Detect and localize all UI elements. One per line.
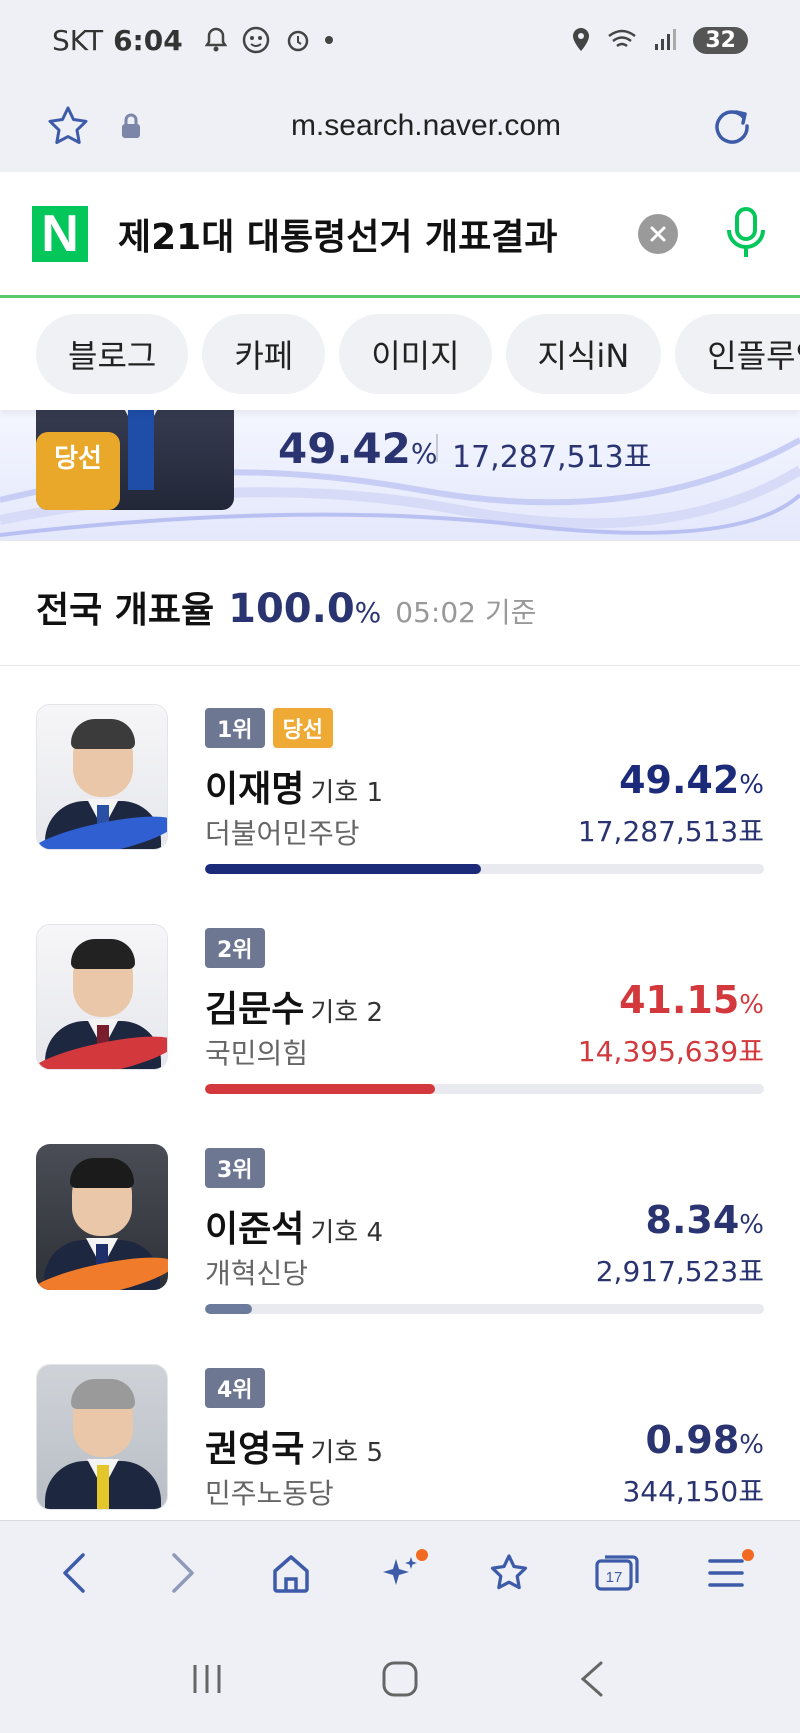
candidate-votes: 14,395,639표 [577, 1035, 764, 1068]
candidate-party: 더불어민주당 [205, 817, 360, 850]
close-icon [650, 226, 666, 241]
candidate-votes: 344,150표 [622, 1475, 764, 1508]
candidate-percentage: 0.98% [645, 1418, 764, 1462]
back-system-icon[interactable] [573, 1659, 613, 1699]
carrier-label: SKT [52, 23, 104, 57]
rank-badge: 2위 [205, 928, 265, 968]
candidate-percentage: 41.15% [619, 978, 764, 1022]
lock-icon [122, 113, 140, 138]
count-rate-row: 전국 개표율 100.0 % 05:02 기준 [0, 540, 800, 666]
divider [436, 434, 438, 462]
vote-share-bar [205, 1304, 764, 1314]
signal-icon [655, 29, 677, 50]
candidate-name: 이준석 기호 4 [205, 1209, 384, 1250]
wifi-icon [608, 29, 637, 48]
bookmarks-button[interactable] [479, 1543, 539, 1603]
winner-percentage: 49.42% [278, 424, 438, 473]
location-icon [573, 28, 590, 51]
count-rate-unit: % [354, 596, 382, 629]
vote-share-bar [205, 864, 764, 874]
browser-url-bar: m.search.naver.com [0, 80, 800, 172]
face-icon [242, 26, 269, 54]
elected-badge: 당선 [272, 708, 334, 748]
star-icon[interactable] [46, 104, 90, 148]
back-icon [63, 1553, 86, 1593]
forward-icon [172, 1553, 194, 1593]
rank-badge: 3위 [205, 1148, 265, 1188]
tab-influencer[interactable]: 인플루언서 [675, 314, 800, 394]
candidate-percentage: 49.42% [619, 758, 764, 802]
candidate-photo [36, 924, 168, 1070]
candidate-party: 민주노동당 [205, 1477, 334, 1510]
candidate-photo [36, 704, 168, 850]
candidate-name: 권영국 기호 5 [205, 1429, 384, 1470]
candidate-number: 기호 2 [310, 998, 384, 1028]
search-input[interactable]: 제21대 대통령선거 개표결과 [118, 208, 638, 260]
tab-kin[interactable]: 지식iN [505, 314, 662, 394]
status-bar: SKT 6:04 32 [0, 0, 800, 80]
search-category-tabs: 블로그 카페 이미지 지식iN 인플루언서 [0, 298, 800, 410]
favorites-icon [490, 1554, 527, 1590]
candidate-name: 이재명 기호 1 [205, 769, 384, 810]
battery-indicator: 32 [693, 26, 748, 54]
alarm-icon [287, 30, 308, 52]
refresh-icon[interactable] [710, 104, 754, 148]
ai-assistant-button[interactable] [370, 1543, 430, 1603]
winner-votes: 17,287,513표 [452, 440, 652, 475]
winner-banner: 당선 49.42% 17,287,513표 [0, 410, 800, 540]
candidate-votes: 2,917,523표 [595, 1255, 764, 1288]
candidate-percentage: 8.34% [645, 1198, 764, 1242]
elected-badge-large: 당선 [36, 432, 120, 510]
count-rate-timestamp: 05:02 기준 [395, 596, 537, 629]
menu-icon [707, 1559, 744, 1587]
sparkle-icon [382, 1557, 417, 1585]
notification-dot [415, 1549, 428, 1561]
candidate-number: 기호 5 [310, 1438, 384, 1468]
candidate-number: 기호 4 [310, 1218, 384, 1248]
candidate-party: 개혁신당 [205, 1257, 309, 1290]
tabs-icon: 17 [595, 1555, 639, 1591]
clock: 6:04 [113, 23, 183, 57]
more-dot-icon [324, 36, 333, 44]
candidate-card[interactable]: 3위 이준석 기호 4 개혁신당 8.34% 2,917,523표 [0, 1108, 800, 1328]
forward-button[interactable] [153, 1543, 213, 1603]
candidate-party: 국민의힘 [205, 1037, 309, 1070]
rank-badge: 4위 [205, 1368, 265, 1408]
candidate-photo [36, 1144, 168, 1290]
back-button[interactable] [44, 1543, 104, 1603]
vote-share-fill [205, 1304, 252, 1314]
candidate-name: 김문수 기호 2 [205, 989, 384, 1030]
candidate-votes: 17,287,513표 [577, 815, 764, 848]
home-button[interactable] [261, 1543, 321, 1603]
rank-badge: 1위 [205, 708, 265, 748]
bell-icon [204, 27, 227, 52]
candidate-photo [36, 1364, 168, 1510]
vote-share-fill [205, 864, 482, 874]
candidate-card[interactable]: 2위 김문수 기호 2 국민의힘 41.15% 14,395,639표 [0, 888, 800, 1108]
search-bar: N 제21대 대통령선거 개표결과 [0, 172, 800, 298]
menu-button[interactable] [696, 1543, 756, 1603]
browser-bottom-nav: 17 [0, 1520, 800, 1625]
naver-logo[interactable]: N [32, 205, 88, 262]
home-icon [273, 1555, 310, 1593]
candidate-card[interactable]: 4위 권영국 기호 5 민주노동당 0.98% 344,150표 [0, 1328, 800, 1548]
candidate-card[interactable]: 1위 당선 이재명 기호 1 더불어민주당 49.42% 17,287,513표 [0, 668, 800, 888]
tab-count: 17 [606, 1569, 623, 1586]
mic-icon[interactable] [724, 206, 768, 262]
candidate-number: 기호 1 [310, 778, 384, 808]
home-system-icon[interactable] [380, 1659, 420, 1699]
url-text[interactable]: m.search.naver.com [142, 109, 710, 143]
notification-dot [741, 1549, 754, 1561]
count-rate-label: 전국 개표율 [36, 590, 215, 631]
tabs-button[interactable]: 17 [587, 1543, 647, 1603]
tab-blog[interactable]: 블로그 [36, 314, 189, 394]
tab-cafe[interactable]: 카페 [202, 314, 326, 394]
count-rate-value: 100.0 [228, 586, 355, 632]
system-navigation-bar [0, 1625, 800, 1733]
clear-search-button[interactable] [638, 213, 678, 254]
tab-images[interactable]: 이미지 [339, 314, 492, 394]
recent-apps-icon[interactable] [187, 1659, 227, 1699]
vote-share-fill [205, 1084, 436, 1094]
vote-share-bar [205, 1084, 764, 1094]
